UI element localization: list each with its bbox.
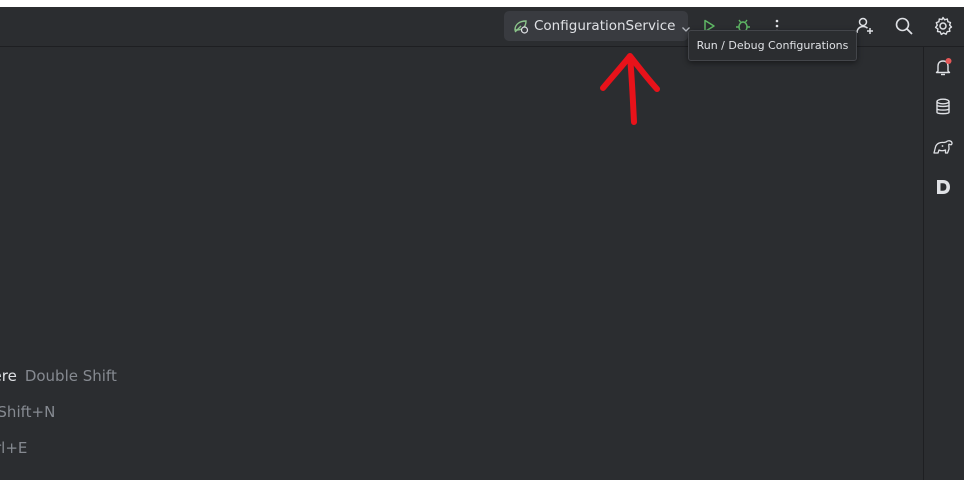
- notification-badge: [945, 58, 952, 64]
- notifications-button[interactable]: [932, 56, 954, 78]
- hint-action: here: [0, 367, 17, 385]
- run-configuration-selector[interactable]: ConfigurationService: [504, 11, 691, 41]
- gradle-elephant-icon: [933, 140, 953, 154]
- hint-go-to-file: -Shift+N: [0, 403, 55, 421]
- hint-recent-files: rl+E: [0, 439, 27, 457]
- database-tool-button[interactable]: [932, 96, 954, 118]
- ide-window: ConfigurationService re Double Shift Shi…: [0, 0, 964, 480]
- d-letter-icon: [937, 180, 950, 194]
- add-user-icon: [856, 17, 873, 34]
- code-with-me-button[interactable]: [854, 15, 876, 37]
- editor-empty-area: [0, 47, 923, 480]
- window-top-edge: [0, 0, 964, 7]
- search-icon: [895, 17, 913, 35]
- spring-boot-leaf-icon: [512, 17, 530, 35]
- hint-shortcut: Double Shift: [24, 367, 117, 385]
- database-icon: [936, 98, 950, 115]
- run-configuration-label: ConfigurationService: [534, 18, 676, 34]
- hint-search-everywhere: here Double Shift: [0, 367, 117, 385]
- settings-button[interactable]: [932, 15, 954, 37]
- hint-shortcut: rl+E: [0, 439, 28, 457]
- gear-icon: [934, 16, 953, 36]
- run-debug-configurations-tooltip: Run / Debug Configurations: [688, 30, 857, 61]
- search-button[interactable]: [893, 15, 915, 37]
- gradle-tool-button[interactable]: [932, 136, 954, 158]
- annotation-arrow-icon: [600, 53, 660, 125]
- hint-shortcut: -Shift+N: [0, 403, 56, 421]
- bell-icon: [935, 58, 952, 76]
- d-plugin-tool-button[interactable]: [932, 176, 954, 198]
